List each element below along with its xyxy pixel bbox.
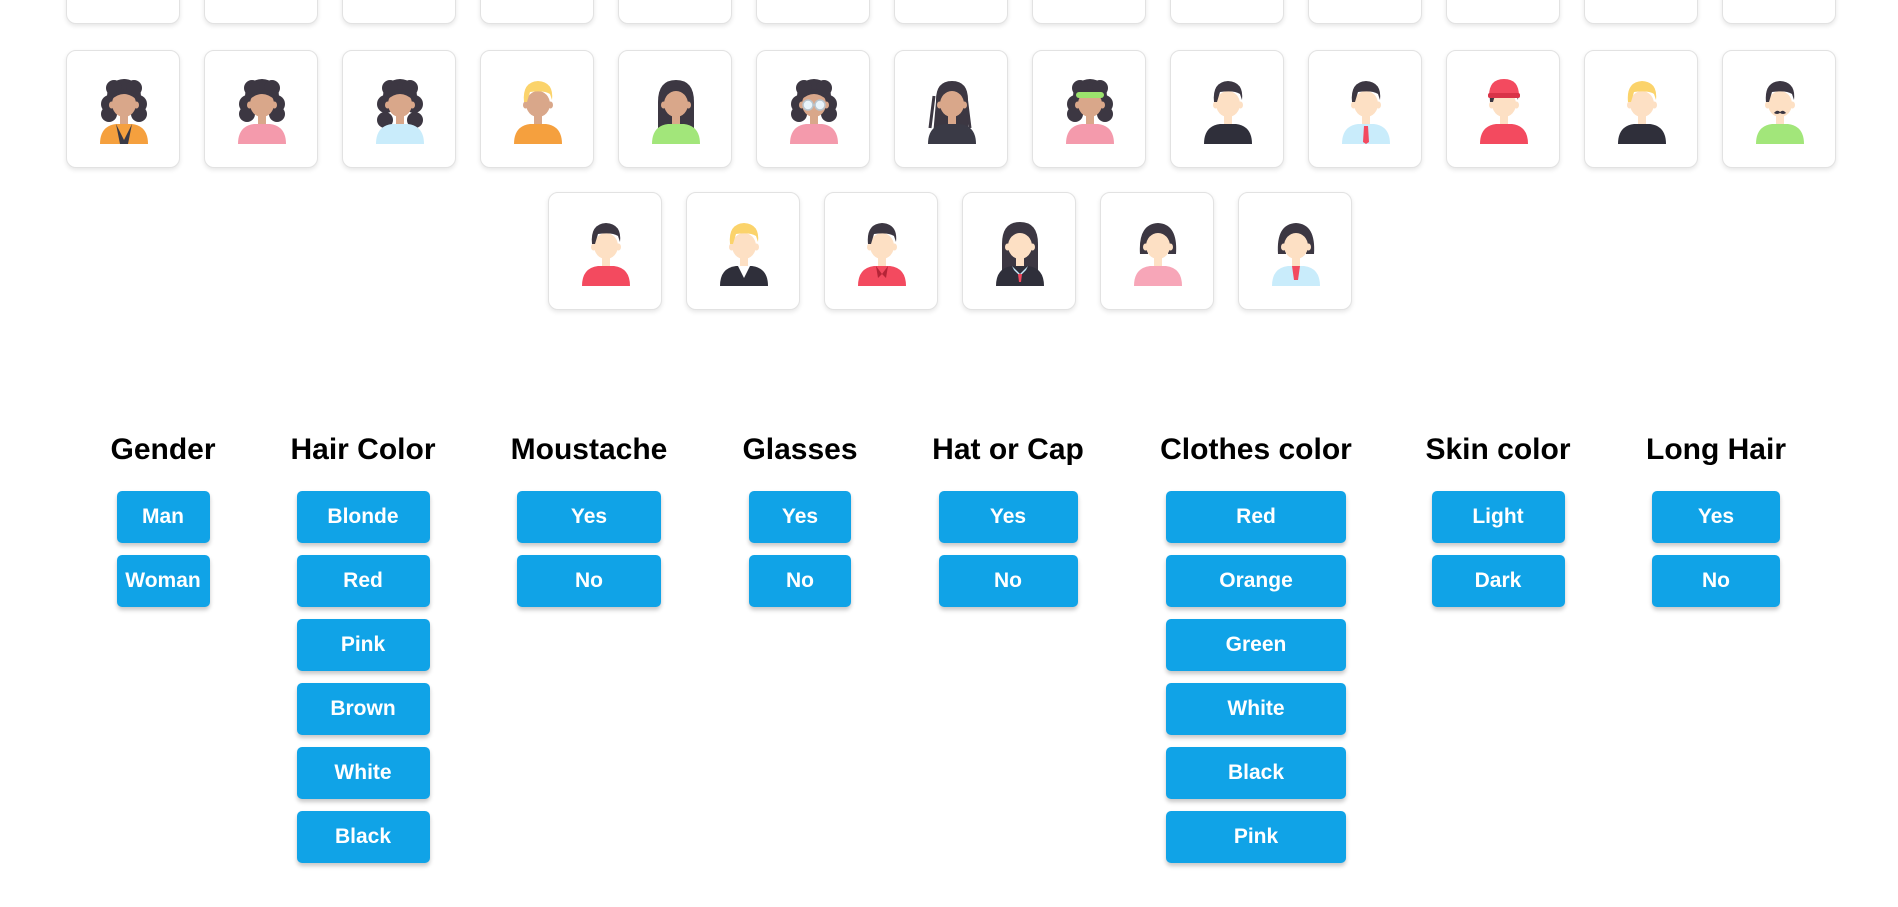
avatar-card-row3-6[interactable] [1238, 192, 1352, 310]
filter-skin-color: Skin color Light Dark [1423, 432, 1573, 619]
avatar-card-partial-7[interactable] [894, 0, 1008, 24]
hair-pink-button[interactable]: Pink [296, 619, 430, 671]
avatar-illustration [652, 80, 700, 144]
hat-no-button[interactable]: No [938, 555, 1078, 607]
avatar-row-2 [0, 50, 1898, 170]
avatar-illustration [100, 79, 148, 144]
filter-gender-title: Gender [110, 433, 216, 466]
moustache-no-button[interactable]: No [517, 555, 661, 607]
avatar-illustration [1342, 81, 1390, 144]
glasses-no-button[interactable]: No [749, 555, 851, 607]
avatar-card-row2-10[interactable] [1308, 50, 1422, 168]
avatar-illustration [514, 81, 562, 144]
glasses-yes-button[interactable]: Yes [749, 491, 851, 543]
avatar-card-row2-11[interactable] [1446, 50, 1560, 168]
clothes-pink-button[interactable]: Pink [1166, 811, 1346, 863]
avatar-card-row3-3[interactable] [824, 192, 938, 310]
avatar-card-row2-1[interactable] [66, 50, 180, 168]
avatar-card-partial-11[interactable] [1446, 0, 1560, 24]
avatar-illustration [790, 79, 838, 144]
avatar-illustration [1066, 79, 1114, 144]
avatar-card-row3-2[interactable] [686, 192, 800, 310]
avatar-card-row2-7[interactable] [894, 50, 1008, 168]
avatar-card-row2-6[interactable] [756, 50, 870, 168]
hair-white-button[interactable]: White [296, 747, 430, 799]
filter-hair-color-title: Hair Color [290, 433, 436, 466]
avatar-row-3 [0, 192, 1898, 312]
filter-glasses: Glasses Yes No [740, 432, 860, 619]
avatar-illustration [1480, 79, 1528, 144]
filter-hat-title: Hat or Cap [932, 433, 1084, 466]
avatar-card-row2-2[interactable] [204, 50, 318, 168]
avatar-card-partial-10[interactable] [1308, 0, 1422, 24]
clothes-green-button[interactable]: Green [1166, 619, 1346, 671]
hair-black-button[interactable]: Black [296, 811, 430, 863]
moustache-yes-button[interactable]: Yes [517, 491, 661, 543]
avatar-card-row2-8[interactable] [1032, 50, 1146, 168]
avatar-card-row3-1[interactable] [548, 192, 662, 310]
clothes-orange-button[interactable]: Orange [1166, 555, 1346, 607]
skin-dark-button[interactable]: Dark [1431, 555, 1565, 607]
hair-red-button[interactable]: Red [296, 555, 430, 607]
avatar-row-partial [0, 0, 1898, 26]
avatar-card-partial-9[interactable] [1170, 0, 1284, 24]
avatar-illustration [858, 223, 906, 286]
skin-light-button[interactable]: Light [1431, 491, 1565, 543]
gender-woman-button[interactable]: Woman [116, 555, 210, 607]
filter-glasses-title: Glasses [742, 433, 858, 466]
avatar-card-row2-3[interactable] [342, 50, 456, 168]
filter-clothes-color: Clothes color Red Orange Green White Bla… [1156, 432, 1356, 875]
avatar-card-partial-13[interactable] [1722, 0, 1836, 24]
avatar-illustration [1204, 81, 1252, 144]
avatar-card-row2-12[interactable] [1584, 50, 1698, 168]
clothes-white-button[interactable]: White [1166, 683, 1346, 735]
hat-yes-button[interactable]: Yes [938, 491, 1078, 543]
avatar-illustration [582, 223, 630, 286]
filter-clothes-title: Clothes color [1160, 433, 1352, 466]
avatar-card-row3-5[interactable] [1100, 192, 1214, 310]
avatar-card-row2-9[interactable] [1170, 50, 1284, 168]
avatar-illustration [1134, 223, 1182, 286]
avatar-card-partial-4[interactable] [480, 0, 594, 24]
filter-long-hair-title: Long Hair [1646, 433, 1786, 466]
avatar-card-partial-12[interactable] [1584, 0, 1698, 24]
avatar-card-partial-5[interactable] [618, 0, 732, 24]
clothes-red-button[interactable]: Red [1166, 491, 1346, 543]
avatar-illustration [720, 223, 768, 286]
avatar-illustration [928, 81, 976, 144]
avatar-illustration [238, 79, 286, 144]
clothes-black-button[interactable]: Black [1166, 747, 1346, 799]
gender-man-button[interactable]: Man [116, 491, 210, 543]
hair-brown-button[interactable]: Brown [296, 683, 430, 735]
filter-moustache: Moustache Yes No [509, 432, 669, 619]
avatar-card-partial-6[interactable] [756, 0, 870, 24]
filter-panel: Gender Man Woman Hair Color Blonde Red P… [0, 432, 1898, 902]
avatar-card-row2-13[interactable] [1722, 50, 1836, 168]
filter-skin-title: Skin color [1425, 433, 1571, 466]
avatar-illustration [376, 79, 424, 144]
avatar-card-row3-4[interactable] [962, 192, 1076, 310]
avatar-illustration [1756, 81, 1804, 144]
long-hair-no-button[interactable]: No [1652, 555, 1780, 607]
filter-long-hair: Long Hair Yes No [1641, 432, 1791, 619]
filter-moustache-title: Moustache [510, 433, 668, 466]
avatar-card-partial-1[interactable] [66, 0, 180, 24]
avatar-card-partial-2[interactable] [204, 0, 318, 24]
avatar-illustration [1272, 223, 1320, 286]
avatar-card-partial-8[interactable] [1032, 0, 1146, 24]
avatar-card-partial-3[interactable] [342, 0, 456, 24]
avatar-illustration [996, 222, 1044, 286]
filter-gender: Gender Man Woman [110, 432, 216, 619]
filter-hair-color: Hair Color Blonde Red Pink Brown White B… [288, 432, 438, 875]
filter-hat-or-cap: Hat or Cap Yes No [928, 432, 1088, 619]
avatar-card-row2-5[interactable] [618, 50, 732, 168]
hair-blonde-button[interactable]: Blonde [296, 491, 430, 543]
avatar-card-row2-4[interactable] [480, 50, 594, 168]
long-hair-yes-button[interactable]: Yes [1652, 491, 1780, 543]
avatar-illustration [1618, 81, 1666, 144]
